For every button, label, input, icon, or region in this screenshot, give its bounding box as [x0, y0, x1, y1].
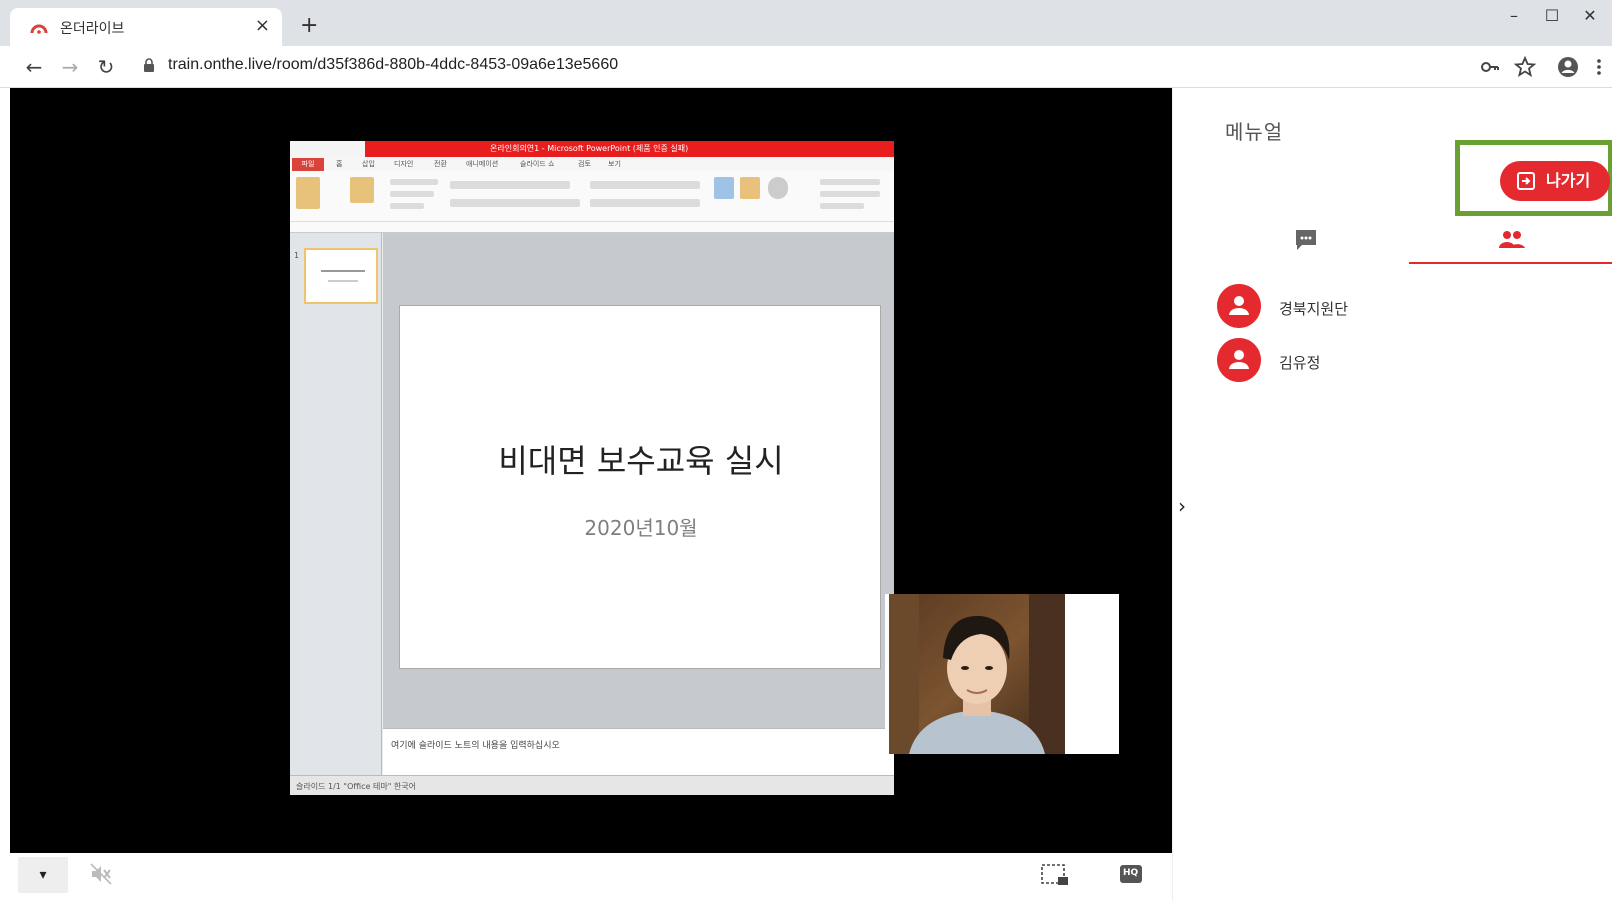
- new-tab-button[interactable]: +: [300, 14, 318, 38]
- notes-placeholder: 여기에 슬라이드 노트의 내용을 입력하십시오: [391, 741, 560, 751]
- ppt-menu-review: 검토: [578, 160, 591, 168]
- ppt-ribbon: [290, 171, 894, 233]
- ppt-slide-canvas: 비대면 보수교육 실시 2020년10월: [383, 233, 894, 728]
- browser-tab-bar: 온더라이브 × + – ☐ ✕: [0, 0, 1612, 46]
- participant-name: 김유정: [1279, 354, 1321, 372]
- screen-share-stage: 온라인회의연1 - Microsoft PowerPoint (제품 인증 실패…: [10, 88, 1172, 853]
- ppt-quick-access-toolbar: [290, 141, 365, 157]
- exit-icon: [1517, 172, 1535, 190]
- ppt-menu-design: 디자인: [394, 160, 414, 168]
- tab-title: 온더라이브: [60, 21, 125, 37]
- exit-button[interactable]: 나가기: [1500, 161, 1610, 201]
- shared-powerpoint-window: 온라인회의연1 - Microsoft PowerPoint (제품 인증 실패…: [290, 141, 894, 795]
- minimize-button[interactable]: –: [1494, 4, 1534, 28]
- exit-button-label: 나가기: [1546, 171, 1591, 190]
- select-area-icon[interactable]: [1040, 863, 1070, 887]
- chat-icon: [1296, 230, 1316, 250]
- webcam-video[interactable]: [885, 594, 1119, 754]
- ppt-menu-slideshow: 슬라이드 쇼: [520, 160, 555, 168]
- slide-subtitle: 2020년10월: [584, 516, 698, 540]
- ppt-slide-panel: 1: [290, 233, 382, 775]
- lock-icon[interactable]: [143, 58, 155, 72]
- bottom-controls: ▾ HQ: [10, 853, 1172, 901]
- ppt-title-text: 온라인회의연1 - Microsoft PowerPoint (제품 인증 실패…: [490, 144, 689, 153]
- participant-list: 경북지원단 김유정: [1217, 284, 1597, 392]
- ppt-menu-view: 보기: [608, 160, 621, 168]
- key-icon[interactable]: [1478, 55, 1502, 79]
- ppt-menu-animation: 애니메이션: [466, 160, 499, 168]
- close-window-button[interactable]: ✕: [1570, 4, 1610, 28]
- participant-video-feed: [889, 594, 1065, 754]
- people-icon: [1499, 231, 1525, 248]
- back-button[interactable]: ←: [22, 55, 46, 79]
- participant-item[interactable]: 김유정: [1217, 338, 1597, 392]
- active-tab-indicator: [1409, 262, 1612, 264]
- address-bar: ← → ↻ train.onthe.live/room/d35f386d-880…: [0, 46, 1612, 88]
- url-field[interactable]: train.onthe.live/room/d35f386d-880b-4ddc…: [168, 56, 618, 74]
- maximize-button[interactable]: ☐: [1532, 4, 1572, 28]
- slide-thumbnail: [304, 248, 378, 304]
- collapse-panel-button[interactable]: ›: [1178, 496, 1186, 516]
- side-panel: 메뉴얼 나가기 경북지원단 김유정: [1172, 88, 1612, 901]
- hq-toggle-button[interactable]: HQ: [1118, 863, 1144, 885]
- ppt-notes-pane: 여기에 슬라이드 노트의 내용을 입력하십시오: [383, 728, 894, 775]
- ppt-menu-home: 홈: [336, 160, 343, 168]
- browser-tab[interactable]: 온더라이브 ×: [10, 8, 282, 46]
- bookmark-star-icon[interactable]: [1513, 55, 1537, 79]
- speaker-muted-icon[interactable]: [88, 861, 114, 887]
- forward-button[interactable]: →: [58, 55, 82, 79]
- ppt-status-bar: 슬라이드 1/1 "Office 테마" 한국어: [290, 775, 894, 795]
- ppt-file-tab: 파일: [292, 158, 324, 171]
- avatar-icon: [1217, 284, 1261, 328]
- ppt-menu-transition: 전환: [434, 160, 447, 168]
- panel-title: 메뉴얼: [1225, 120, 1284, 144]
- tab-chat[interactable]: [1203, 222, 1409, 262]
- ppt-status-text: 슬라이드 1/1 "Office 테마" 한국어: [296, 782, 416, 791]
- tab-close-icon[interactable]: ×: [255, 16, 270, 36]
- hq-label: HQ: [1123, 868, 1139, 878]
- slide-number: 1: [294, 251, 300, 260]
- more-menu-icon[interactable]: [1592, 55, 1606, 79]
- options-dropdown-button[interactable]: ▾: [18, 857, 68, 893]
- tab-participants[interactable]: [1409, 222, 1612, 262]
- participant-item[interactable]: 경북지원단: [1217, 284, 1597, 338]
- exit-button-highlight: 나가기: [1455, 140, 1612, 216]
- slide: 비대면 보수교육 실시 2020년10월: [399, 305, 881, 669]
- onthelive-logo-icon: [30, 24, 48, 34]
- reload-button[interactable]: ↻: [94, 55, 118, 79]
- ppt-title-bar: 온라인회의연1 - Microsoft PowerPoint (제품 인증 실패…: [290, 141, 894, 157]
- avatar-icon: [1217, 338, 1261, 382]
- slide-title: 비대면 보수교육 실시: [498, 442, 784, 480]
- participant-name: 경북지원단: [1279, 300, 1349, 318]
- ppt-menu-bar: [290, 157, 894, 171]
- profile-icon[interactable]: [1556, 55, 1580, 79]
- ppt-menu-insert: 삽입: [362, 160, 375, 168]
